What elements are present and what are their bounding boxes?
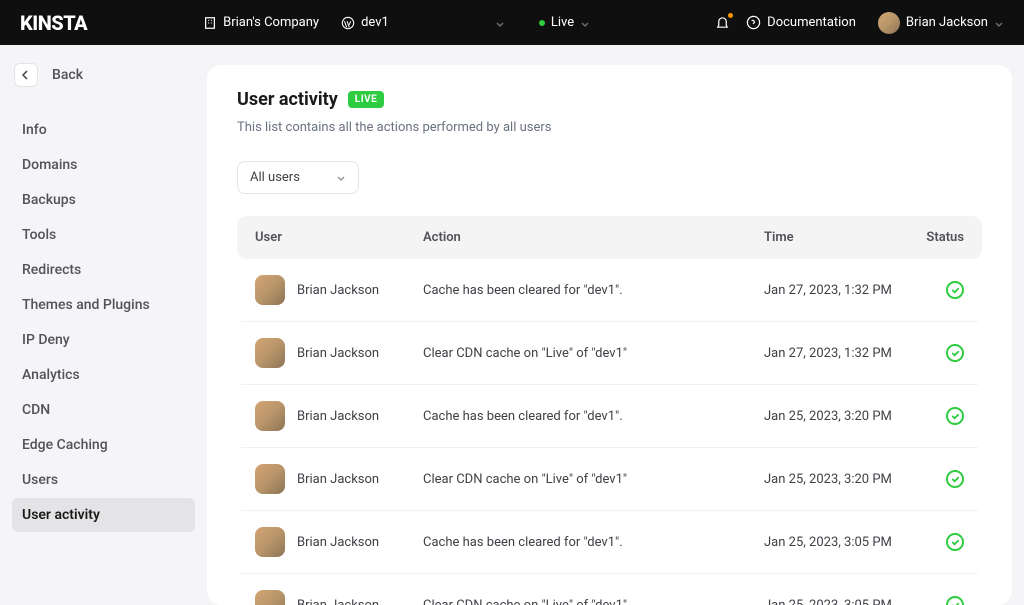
avatar (255, 527, 285, 557)
sidebar-item-edge-caching[interactable]: Edge Caching (12, 428, 195, 462)
logo[interactable]: KINSTA (20, 11, 87, 35)
sidebar-item-backups[interactable]: Backups (12, 183, 195, 217)
header-user: User (255, 230, 423, 245)
notification-badge (728, 13, 733, 18)
avatar (255, 401, 285, 431)
chevron-down-icon (580, 18, 590, 28)
avatar (255, 590, 285, 605)
row-time: Jan 27, 2023, 1:32 PM (764, 346, 916, 361)
row-action: Clear CDN cache on "Live" of "dev1" (423, 472, 764, 487)
sidebar: Back InfoDomainsBackupsToolsRedirectsThe… (0, 45, 207, 605)
env-selector[interactable]: Live (539, 15, 590, 30)
row-time: Jan 27, 2023, 1:32 PM (764, 283, 916, 298)
success-icon (946, 281, 964, 299)
sidebar-item-redirects[interactable]: Redirects (12, 253, 195, 287)
avatar (255, 275, 285, 305)
site-name: dev1 (361, 15, 389, 30)
row-time: Jan 25, 2023, 3:20 PM (764, 409, 916, 424)
table-header: User Action Time Status (237, 216, 982, 259)
row-action: Clear CDN cache on "Live" of "dev1" (423, 598, 764, 605)
user-filter[interactable]: All users (237, 161, 359, 194)
sidebar-item-cdn[interactable]: CDN (12, 393, 195, 427)
row-user: Brian Jackson (297, 346, 379, 361)
sidebar-item-domains[interactable]: Domains (12, 148, 195, 182)
header-time: Time (764, 230, 916, 245)
sidebar-item-user-activity[interactable]: User activity (12, 498, 195, 532)
sidebar-item-tools[interactable]: Tools (12, 218, 195, 252)
user-menu[interactable]: Brian Jackson (878, 12, 1004, 34)
avatar (255, 464, 285, 494)
sidebar-item-ip-deny[interactable]: IP Deny (12, 323, 195, 357)
row-time: Jan 25, 2023, 3:05 PM (764, 598, 916, 605)
env-label: Live (551, 15, 574, 30)
success-icon (946, 596, 964, 605)
back-button[interactable] (14, 63, 38, 87)
row-time: Jan 25, 2023, 3:20 PM (764, 472, 916, 487)
header-action: Action (423, 230, 764, 245)
table-row: Brian Jackson Cache has been cleared for … (237, 259, 982, 321)
chevron-down-icon (994, 18, 1004, 28)
avatar (878, 12, 900, 34)
success-icon (946, 533, 964, 551)
table-row: Brian Jackson Cache has been cleared for … (237, 385, 982, 447)
status-dot-icon (539, 20, 545, 26)
success-icon (946, 407, 964, 425)
row-user: Brian Jackson (297, 283, 379, 298)
company-selector[interactable]: Brian's Company (203, 15, 319, 30)
success-icon (946, 470, 964, 488)
docs-link[interactable]: Documentation (746, 15, 856, 30)
page-subtitle: This list contains all the actions perfo… (237, 120, 982, 135)
topbar: KINSTA Brian's Company dev1 Live Documen… (0, 0, 1024, 45)
row-user: Brian Jackson (297, 472, 379, 487)
wordpress-icon (341, 16, 355, 30)
chevron-down-icon[interactable] (495, 18, 505, 28)
table-row: Brian Jackson Clear CDN cache on "Live" o… (237, 448, 982, 510)
row-action: Clear CDN cache on "Live" of "dev1" (423, 346, 764, 361)
company-name: Brian's Company (223, 15, 319, 30)
user-name: Brian Jackson (906, 15, 988, 30)
row-action: Cache has been cleared for "dev1". (423, 535, 764, 550)
site-selector[interactable]: dev1 (341, 15, 389, 30)
sidebar-item-themes-and-plugins[interactable]: Themes and Plugins (12, 288, 195, 322)
notifications-button[interactable] (715, 15, 730, 30)
sidebar-item-users[interactable]: Users (12, 463, 195, 497)
chevron-down-icon (336, 173, 346, 183)
row-user: Brian Jackson (297, 535, 379, 550)
avatar (255, 338, 285, 368)
sidebar-item-info[interactable]: Info (12, 113, 195, 147)
sidebar-item-analytics[interactable]: Analytics (12, 358, 195, 392)
row-time: Jan 25, 2023, 3:05 PM (764, 535, 916, 550)
success-icon (946, 344, 964, 362)
header-status: Status (916, 230, 964, 245)
row-action: Cache has been cleared for "dev1". (423, 409, 764, 424)
docs-label: Documentation (767, 15, 856, 30)
row-action: Cache has been cleared for "dev1". (423, 283, 764, 298)
filter-label: All users (250, 170, 300, 185)
table-row: Brian Jackson Clear CDN cache on "Live" o… (237, 574, 982, 605)
page-title: User activity (237, 89, 338, 110)
table-row: Brian Jackson Clear CDN cache on "Live" o… (237, 322, 982, 384)
live-badge: LIVE (348, 91, 385, 108)
back-label: Back (52, 67, 83, 83)
main-card: User activity LIVE This list contains al… (207, 65, 1012, 605)
table-row: Brian Jackson Cache has been cleared for … (237, 511, 982, 573)
row-user: Brian Jackson (297, 409, 379, 424)
building-icon (203, 16, 217, 30)
row-user: Brian Jackson (297, 598, 379, 605)
